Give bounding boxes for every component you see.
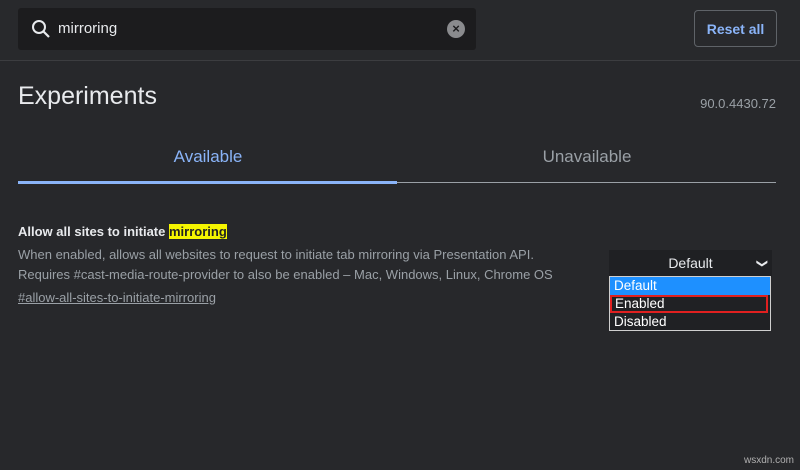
experiment-title-text: Allow all sites to initiate	[18, 224, 169, 239]
experiment-requirements: Requires #cast-media-route-provider to a…	[18, 267, 553, 282]
experiment-link[interactable]: #allow-all-sites-to-initiate-mirroring	[18, 290, 216, 305]
version-label: 90.0.4430.72	[700, 96, 776, 111]
chevron-down-icon: ❯	[755, 258, 768, 269]
select-dropdown: Default Enabled Disabled	[609, 276, 771, 331]
select-value: Default	[668, 255, 713, 271]
option-default[interactable]: Default	[610, 277, 770, 295]
reset-all-button[interactable]: Reset all	[694, 10, 777, 47]
option-disabled[interactable]: Disabled	[610, 313, 770, 331]
page-title: Experiments	[18, 82, 157, 110]
tab-available[interactable]: Available	[18, 147, 398, 167]
header: mirroring × Reset all	[0, 0, 800, 61]
search-input[interactable]: mirroring	[58, 20, 117, 37]
clear-icon[interactable]: ×	[447, 20, 465, 38]
search-box[interactable]: mirroring ×	[18, 8, 476, 50]
search-icon	[32, 20, 50, 38]
option-enabled[interactable]: Enabled	[610, 295, 768, 313]
search-highlight: mirroring	[168, 224, 227, 239]
active-tab-indicator	[18, 181, 397, 184]
tab-unavailable[interactable]: Unavailable	[397, 147, 777, 167]
experiment-select[interactable]: Default ❯	[609, 250, 772, 277]
watermark: wsxdn.com	[743, 455, 794, 466]
experiment-title: Allow all sites to initiate mirroring	[18, 224, 227, 239]
experiment-description: When enabled, allows all websites to req…	[18, 247, 534, 262]
